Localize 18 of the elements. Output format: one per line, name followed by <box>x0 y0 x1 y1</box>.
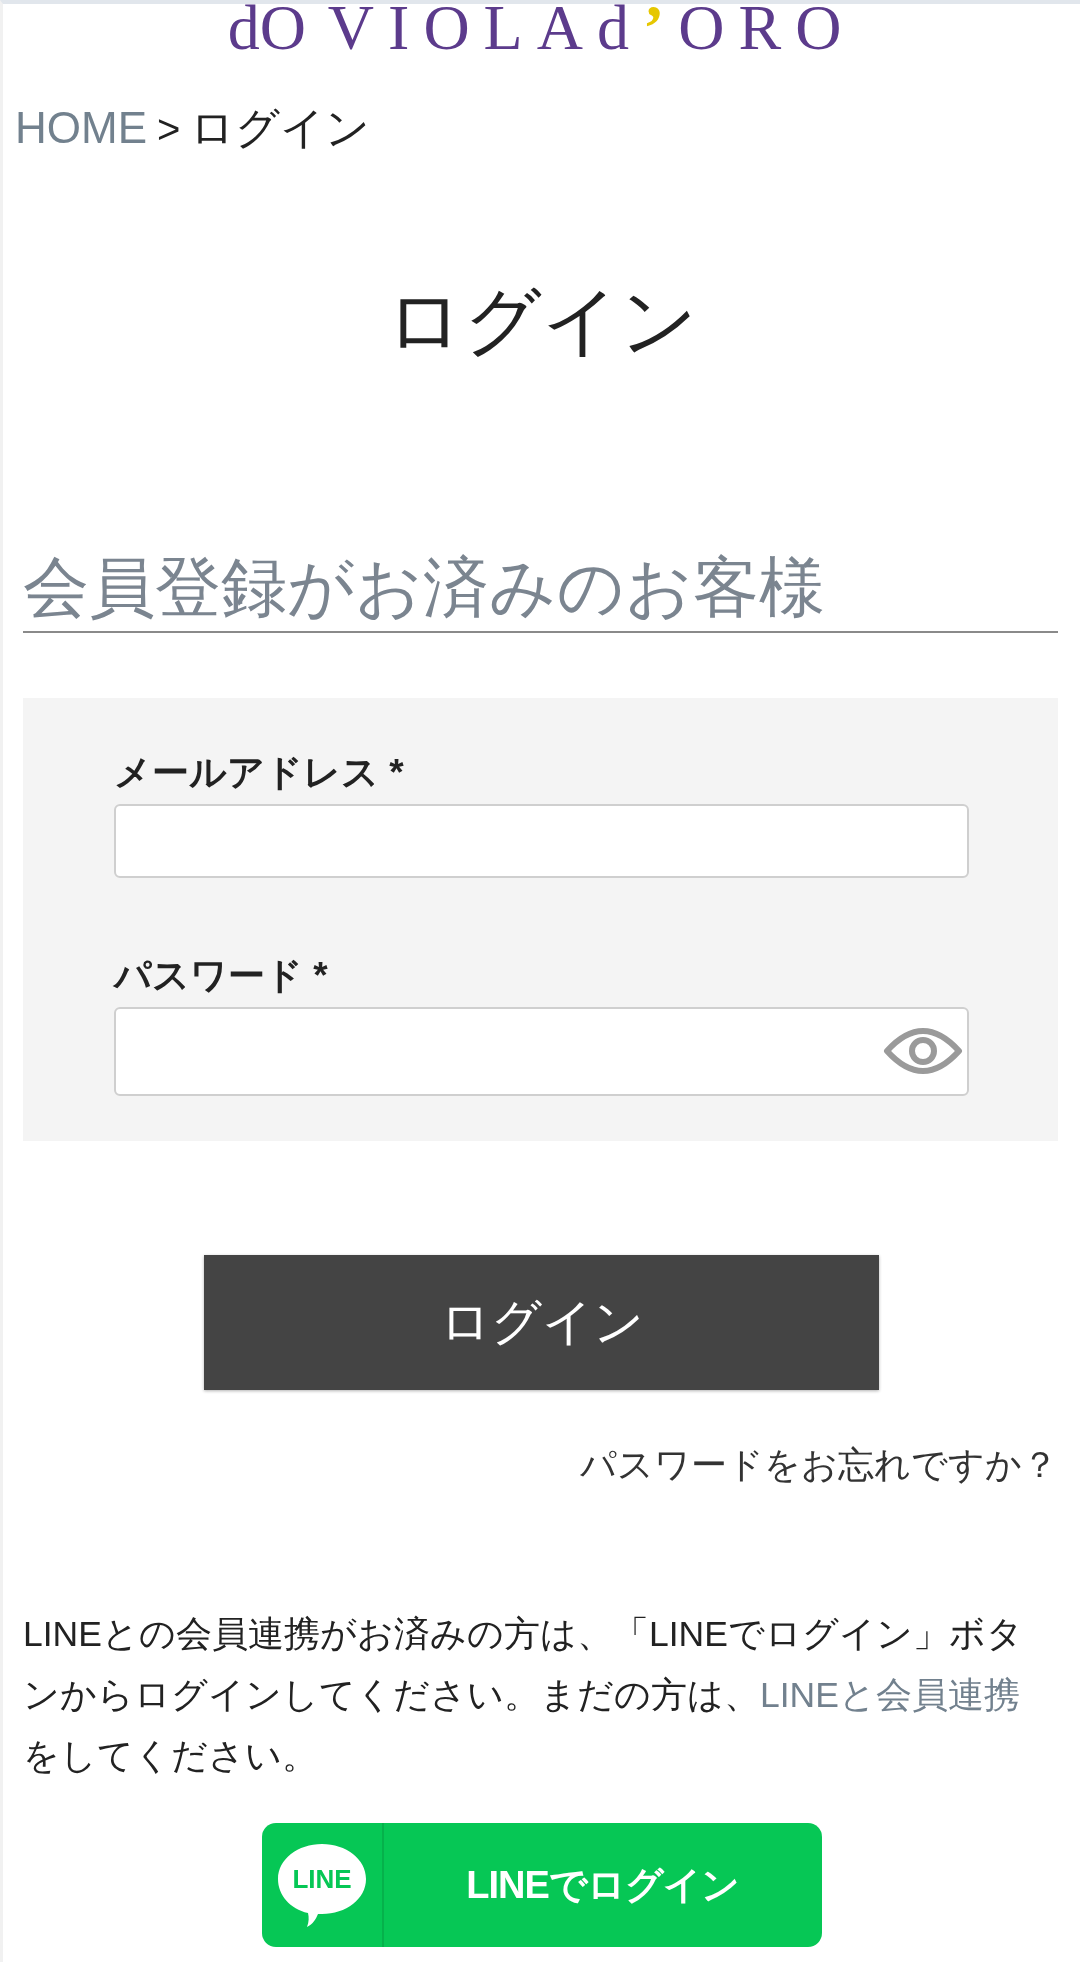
breadcrumb-current: ログイン <box>190 102 371 154</box>
breadcrumb-separator: > <box>157 106 181 153</box>
eye-icon[interactable] <box>883 1025 963 1077</box>
logo-monogram: dO <box>227 4 306 52</box>
account-link[interactable]: LINEと会員連携 <box>760 1675 1020 1715</box>
speech-bubble-logo: LINE <box>275 1842 368 1928</box>
breadcrumb-link[interactable]: HOME <box>15 100 147 156</box>
login-button[interactable]: ログイン <box>204 1255 879 1390</box>
password-field[interactable] <box>114 1007 969 1096</box>
page-title: ログイン <box>384 277 699 365</box>
forgot-password-link[interactable]: パスワードをお忘れですか？ <box>580 1441 1058 1489</box>
section-heading: 会員登録がお済みのお客様 <box>23 547 1058 633</box>
line-login-button[interactable]: LINE LINEでログイン <box>261 1823 822 1947</box>
field-label: メールアドレス * <box>114 751 405 795</box>
field-label: パスワード * <box>114 954 329 998</box>
email-field[interactable] <box>114 804 969 878</box>
line-notice-text: LINEとの会員連携がお済みの方は、「LINEでログイン」ボタンからログインしてください。まだの方は、LINEと会員連携 をしてください。 <box>23 1613 1024 1778</box>
logo-wordmark: VIOLAd’ORO <box>327 4 856 52</box>
